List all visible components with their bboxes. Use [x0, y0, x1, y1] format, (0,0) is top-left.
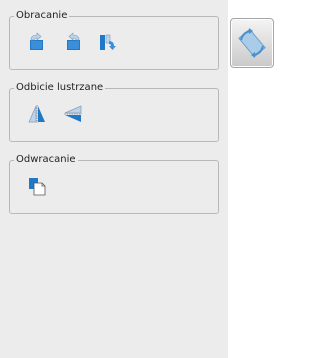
mirror-vertical-icon [28, 105, 45, 123]
flip-group: Odwracanie [9, 154, 219, 214]
mirror-horizontal-button[interactable] [62, 103, 84, 125]
tools-panel: Obracanie Odbicie lustrzane Odwracanie [0, 0, 228, 358]
rotate-group-label: Obracanie [14, 10, 70, 22]
flip-layers-icon [29, 178, 46, 196]
flip-layers-button[interactable] [26, 175, 48, 197]
rotate-group: Obracanie [9, 10, 219, 70]
flip-group-label: Odwracanie [14, 154, 78, 166]
mirror-horizontal-icon [64, 105, 82, 122]
rotate-tool-button[interactable] [230, 18, 274, 68]
rotate-flip-icon [100, 34, 116, 50]
rotate-right-button[interactable] [62, 31, 84, 53]
rotate-left-icon [30, 32, 43, 50]
mirror-group: Odbicie lustrzane [9, 82, 219, 142]
rotate-right-icon [67, 32, 80, 50]
mirror-vertical-button[interactable] [26, 103, 48, 125]
mirror-group-label: Odbicie lustrzane [14, 82, 106, 94]
rotate-tool-icon [238, 28, 266, 58]
rotate-left-button[interactable] [26, 31, 48, 53]
rotate-flip-button[interactable] [96, 31, 118, 53]
